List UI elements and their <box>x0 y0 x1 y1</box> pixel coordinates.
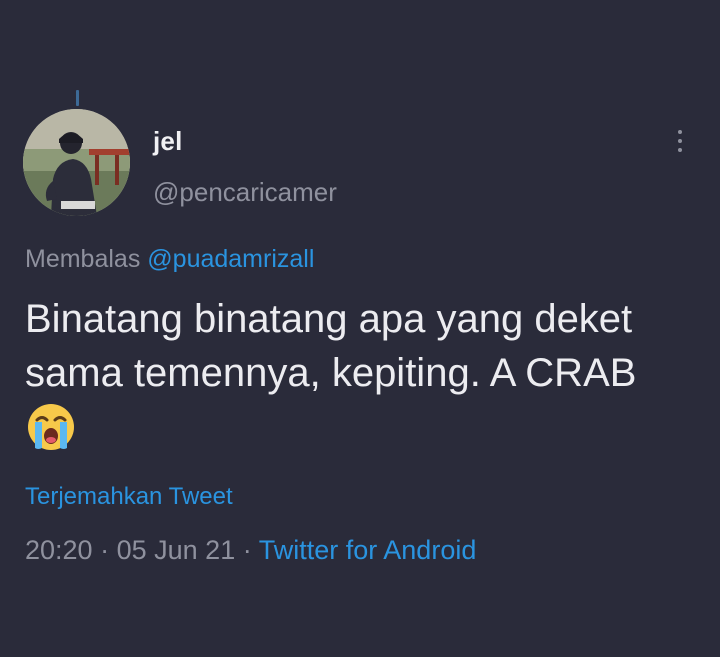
tweet-time: 20:20 <box>25 535 93 565</box>
more-vertical-icon-dot <box>678 148 682 152</box>
loudly-crying-face-emoji-icon <box>28 404 74 450</box>
tweet-client-link[interactable]: Twitter for Android <box>259 535 477 565</box>
profile-photo-avatar-icon <box>23 109 130 216</box>
tweet-text-line: Binatang binatang apa yang deket <box>25 297 633 341</box>
meta-separator: · <box>242 535 252 565</box>
avatar[interactable] <box>23 109 130 216</box>
author-display-name[interactable]: jel <box>153 126 183 157</box>
more-options-button[interactable] <box>666 126 694 156</box>
tweet-text-line: sama temennya, kepiting. A CRAB <box>25 351 637 395</box>
author-handle[interactable]: @pencaricamer <box>153 177 337 208</box>
reply-context: Membalas @puadamrizall <box>25 245 314 274</box>
reply-prefix: Membalas <box>25 245 141 273</box>
tweet-metadata: 20:20 · 05 Jun 21 · Twitter for Android <box>25 535 476 566</box>
translate-tweet-link[interactable]: Terjemahkan Tweet <box>25 483 233 511</box>
meta-separator: · <box>100 535 110 565</box>
tweet-date: 05 Jun 21 <box>116 535 236 565</box>
tweet-text: Binatang binatang apa yang deket sama te… <box>25 292 715 400</box>
more-vertical-icon-dot <box>678 139 682 143</box>
thread-connector-line <box>76 90 79 106</box>
more-vertical-icon <box>678 130 682 134</box>
reply-mention-link[interactable]: @puadamrizall <box>147 245 314 273</box>
